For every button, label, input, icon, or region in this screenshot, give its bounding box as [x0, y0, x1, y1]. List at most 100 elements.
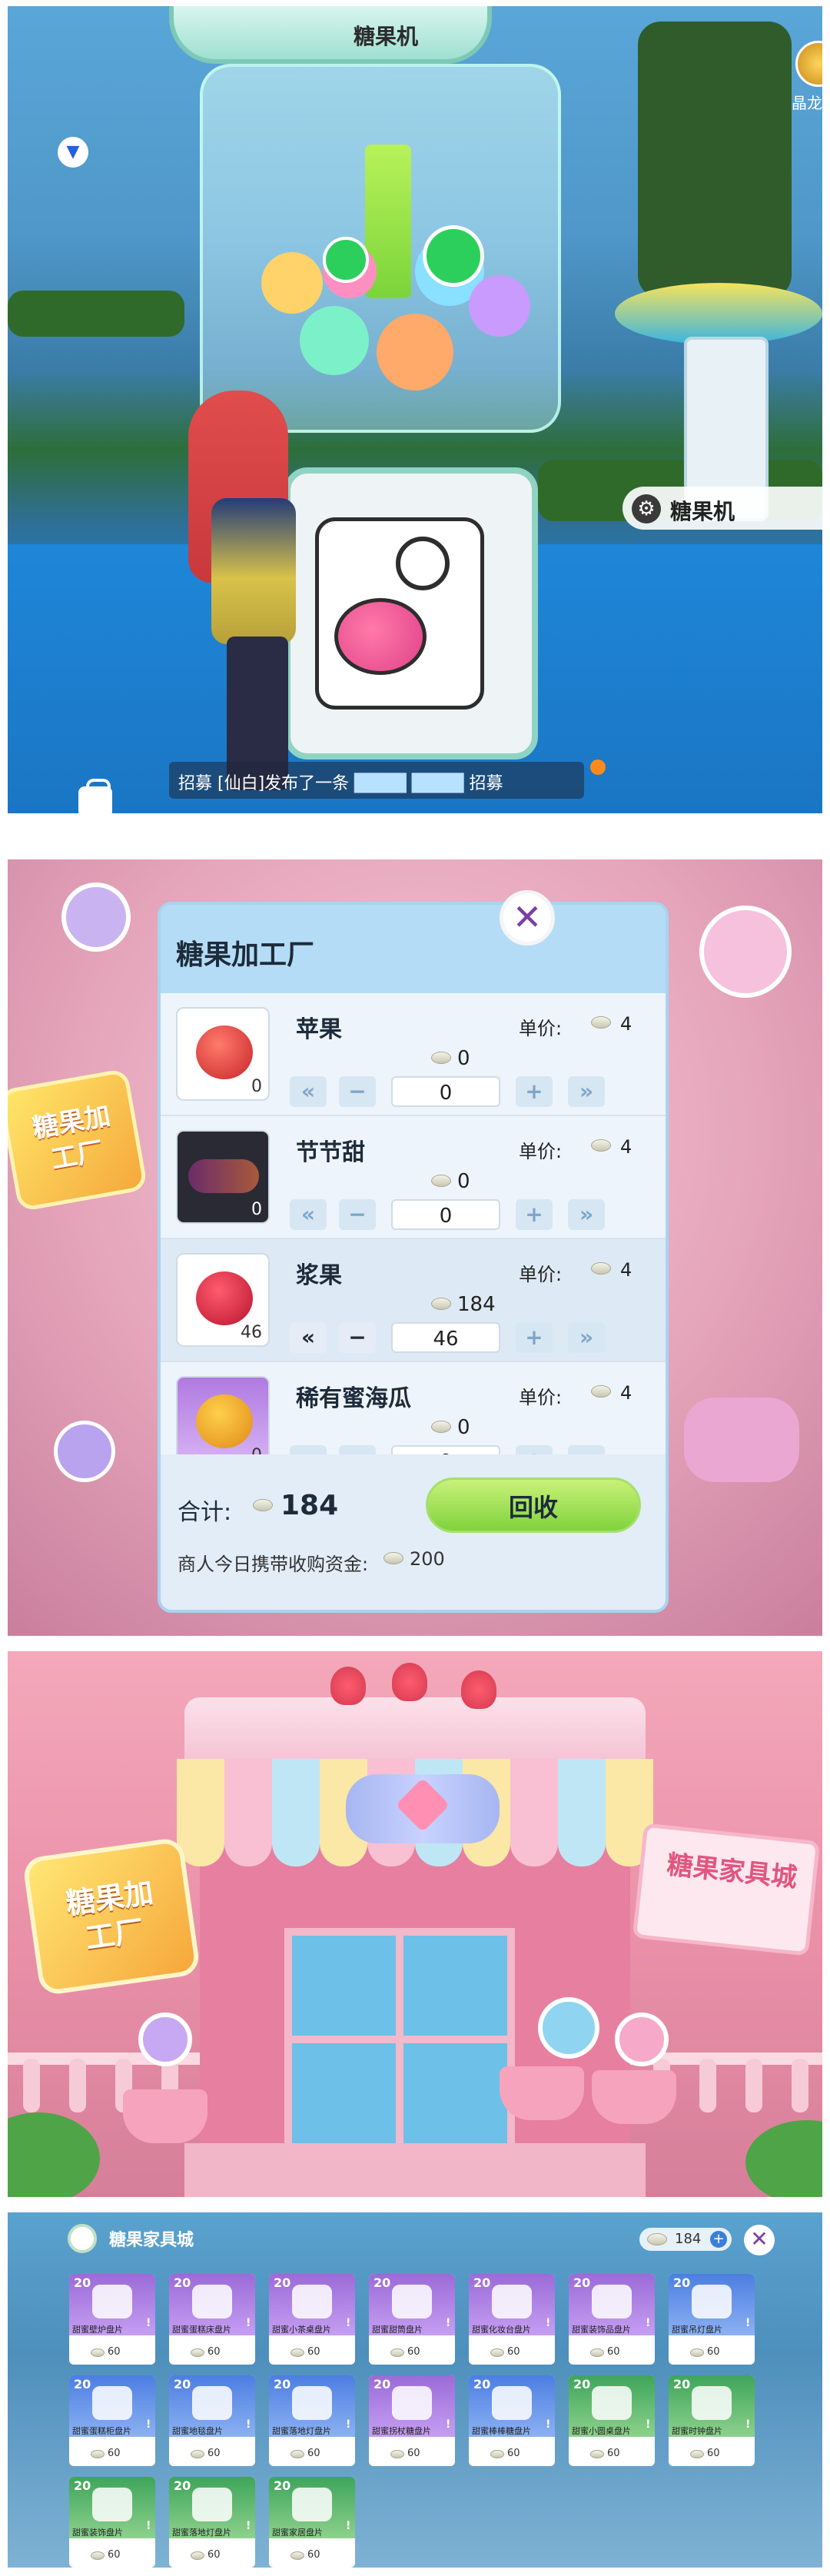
coin-icon — [590, 2450, 604, 2458]
shop-item-card[interactable]: 20! 甜蜜小圆桌盘片 60 — [569, 2375, 655, 2466]
item-thumbnail: 0 — [176, 1007, 270, 1101]
minus-button[interactable]: − — [339, 1322, 376, 1353]
coin-icon — [690, 2348, 704, 2357]
plus-button[interactable]: + — [516, 1199, 553, 1230]
card-price: 60 — [108, 2549, 121, 2561]
sum-label: 合计: — [178, 1499, 232, 1526]
shop-item-card[interactable]: 20! 甜蜜装饰品盘片 60 — [569, 2274, 655, 2365]
strawberry-decor — [330, 1667, 366, 1705]
item-list[interactable]: 0 苹果 单价: 4 0 « − 0 + » 0 节节甜 单价: 4 0 « −… — [161, 993, 666, 1454]
close-button[interactable]: ✕ — [500, 890, 555, 946]
shop-item-card[interactable]: 20! 甜蜜蛋糕床盘片 60 — [169, 2274, 255, 2365]
card-price: 60 — [108, 2346, 121, 2358]
apple-icon — [196, 1025, 253, 1079]
max-all-button[interactable]: » — [568, 1445, 605, 1454]
item-thumbnail: 46 — [176, 1253, 270, 1347]
quantity-field[interactable]: 46 — [391, 1322, 500, 1353]
plus-button[interactable]: + — [516, 1322, 553, 1353]
close-button[interactable]: ✕ — [744, 2225, 775, 2255]
card-price: 60 — [407, 2448, 420, 2459]
minus-button[interactable]: − — [339, 1445, 376, 1454]
min-all-button[interactable]: « — [290, 1322, 327, 1353]
coin-icon — [191, 2450, 204, 2458]
item-owned: 0 — [251, 1446, 262, 1454]
card-name: 甜蜜落地灯盘片 — [172, 2528, 231, 2538]
shop-item-card[interactable]: 20! 甜蜜时钟盘片 60 — [669, 2375, 755, 2466]
shop-item-card[interactable]: 20! 甜蜜装饰盘片 60 — [69, 2477, 155, 2568]
furniture-icon — [92, 2285, 132, 2318]
card-number: 20 — [673, 2275, 691, 2290]
card-name: 甜蜜装饰盘片 — [72, 2528, 123, 2538]
lollipop-decor — [138, 2013, 192, 2066]
shop-item-card[interactable]: 20! 甜蜜壁炉盘片 60 — [69, 2274, 155, 2365]
location-marker-icon[interactable]: ▼ — [58, 137, 88, 168]
shop-item-card[interactable]: 20! 甜蜜棒棒糖盘片 60 — [469, 2375, 555, 2466]
shop-item-card[interactable]: 20! 甜蜜化妆台盘片 60 — [469, 2274, 555, 2365]
coin-icon — [191, 2348, 204, 2357]
bag-button[interactable]: 背包 — [78, 779, 112, 813]
item-total: 0 — [457, 1170, 470, 1193]
shop-item-card[interactable]: 20! 甜蜜甜筒盘片 60 — [369, 2274, 455, 2365]
lollipop-decor — [699, 906, 792, 998]
card-number: 20 — [74, 2377, 91, 2392]
sweet-potato-icon — [188, 1159, 259, 1193]
coin-icon — [431, 1052, 451, 1064]
min-all-button[interactable]: « — [290, 1076, 327, 1107]
shop-title: 糖果家具城 — [109, 2231, 194, 2250]
card-price: 60 — [208, 2549, 221, 2561]
list-item[interactable]: 0 苹果 单价: 4 0 « − 0 + » — [161, 993, 666, 1116]
item-total: 0 — [457, 1047, 470, 1070]
dragon-avatar-icon[interactable] — [795, 41, 822, 87]
shop-item-card[interactable]: 20! 甜蜜家居盘片 60 — [269, 2477, 355, 2568]
shop-item-card[interactable]: 20! 甜蜜落地灯盘片 60 — [169, 2477, 255, 2568]
shop-item-card[interactable]: 20! 甜蜜蛋糕柜盘片 60 — [69, 2375, 155, 2466]
list-item[interactable]: 0 稀有蜜海瓜 单价: 4 0 « − 0 + » — [161, 1362, 666, 1454]
min-all-button[interactable]: « — [290, 1445, 327, 1454]
plus-button[interactable]: + — [516, 1076, 553, 1107]
coin-icon — [431, 1421, 451, 1433]
price-label: 单价: — [519, 1018, 563, 1039]
candy-factory-sign-text: 糖果加工厂 — [64, 1875, 156, 1956]
candy-machine-knob[interactable] — [396, 537, 450, 590]
flower-pot — [592, 2070, 676, 2124]
card-name: 甜蜜甜筒盘片 — [372, 2325, 423, 2335]
minus-button[interactable]: − — [339, 1076, 376, 1107]
list-item-selected[interactable]: 46 浆果 单价: 4 184 « − 46 + » — [161, 1239, 666, 1362]
minus-button[interactable]: − — [339, 1199, 376, 1230]
furniture-shop-sign[interactable]: 糖果家具城 — [632, 1823, 821, 1956]
max-all-button[interactable]: » — [568, 1076, 605, 1107]
chat-bar[interactable]: 招募 [仙白]发布了一条 ████ ████ 招募 — [169, 762, 584, 799]
quantity-field[interactable]: 0 — [391, 1445, 500, 1454]
shop-item-card[interactable]: 20! 甜蜜落地灯盘片 60 — [269, 2375, 355, 2466]
furniture-icon — [392, 2386, 432, 2420]
card-name: 甜蜜家居盘片 — [272, 2528, 323, 2538]
card-number: 20 — [374, 2377, 391, 2392]
candy-factory-sign[interactable]: 糖果加工厂 — [22, 1836, 201, 1996]
shop-item-card[interactable]: 20! 甜蜜吊灯盘片 60 — [669, 2274, 755, 2365]
plus-button[interactable]: + — [516, 1445, 553, 1454]
chat-suffix: 招募 — [469, 774, 503, 793]
coin-icon — [91, 2348, 105, 2357]
item-total: 184 — [457, 1293, 496, 1316]
quantity-field[interactable]: 0 — [391, 1199, 500, 1230]
recycle-button[interactable]: 回收 — [426, 1477, 641, 1533]
player-character[interactable] — [211, 498, 296, 644]
shop-item-card[interactable]: 20! 甜蜜小茶桌盘片 60 — [269, 2274, 355, 2365]
card-name: 甜蜜小圆桌盘片 — [572, 2426, 631, 2436]
coin-icon — [191, 2551, 204, 2560]
shop-item-card[interactable]: 20! 甜蜜地毯盘片 60 — [169, 2375, 255, 2466]
max-all-button[interactable]: » — [568, 1322, 605, 1353]
quantity-field[interactable]: 0 — [391, 1076, 500, 1107]
coin-icon — [253, 1499, 273, 1511]
coin-icon — [490, 2450, 504, 2458]
card-price: 60 — [707, 2346, 720, 2358]
list-item[interactable]: 0 节节甜 单价: 4 0 « − 0 + » — [161, 1116, 666, 1239]
shop-item-card[interactable]: 20! 甜蜜拐杖糖盘片 60 — [369, 2375, 455, 2466]
coin-icon — [690, 2450, 704, 2458]
add-currency-button[interactable]: + — [710, 2231, 727, 2248]
card-number: 20 — [673, 2377, 691, 2392]
furniture-shop-screen: 糖果家具城 184 + ✕ 20! 甜蜜壁炉盘片 60 20! 甜蜜蛋糕床盘片 60 20!… — [8, 2212, 822, 2568]
min-all-button[interactable]: « — [290, 1199, 327, 1230]
chat-link[interactable]: ████ ████ — [354, 774, 463, 793]
max-all-button[interactable]: » — [568, 1199, 605, 1230]
